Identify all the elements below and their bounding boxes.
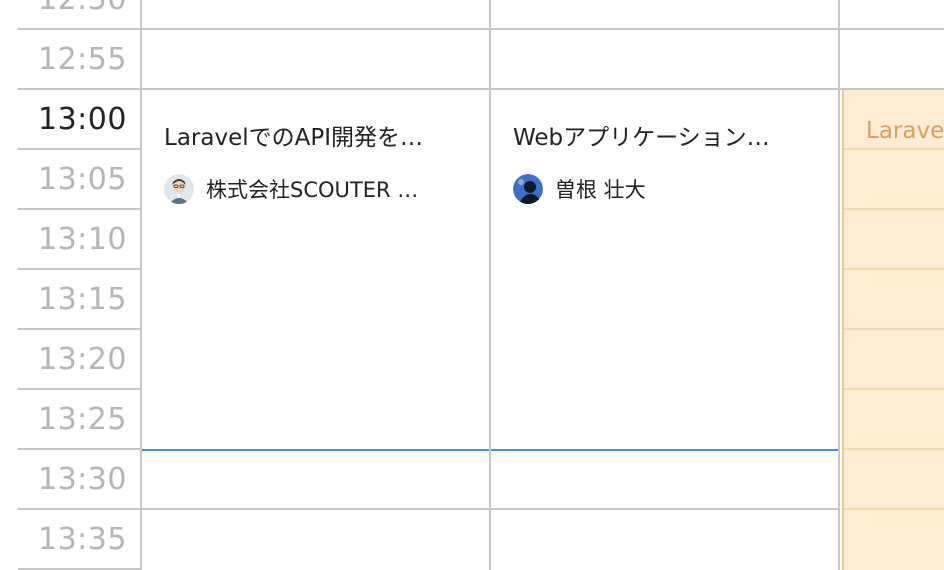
session-card-highlighted[interactable]: Laravel [842, 90, 944, 570]
time-slot: 13:15 [18, 270, 140, 330]
session-title: Webアプリケーション… [513, 125, 770, 151]
grid-line [142, 28, 944, 30]
time-label: 13:30 [38, 462, 127, 497]
grid-line [844, 268, 944, 270]
track-divider [838, 0, 840, 570]
time-label: 13:15 [38, 282, 127, 317]
time-label: 13:05 [38, 162, 127, 197]
grid-line [844, 208, 944, 210]
grid-line [142, 508, 840, 510]
session-speaker: 株式会社SCOUTER … [164, 172, 464, 206]
time-slot: 13:25 [18, 390, 140, 450]
person-silhouette-avatar-icon [513, 174, 543, 204]
time-label: 13:35 [38, 522, 127, 557]
time-slot: 13:20 [18, 330, 140, 390]
speaker-name: 株式会社SCOUTER … [206, 178, 419, 202]
grid-line [844, 388, 944, 390]
time-label: 12:50 [38, 0, 127, 17]
speaker-name: 曽根 壮大 [555, 178, 646, 202]
highlight-grid [844, 90, 944, 570]
person-avatar-icon [164, 174, 194, 204]
time-slot: 13:05 [18, 150, 140, 210]
time-slot: 13:35 [18, 510, 140, 570]
time-label: 13:20 [38, 342, 127, 377]
time-slot: 13:30 [18, 450, 140, 510]
time-slot: 13:00 [18, 90, 140, 150]
time-slot: 12:50 [18, 0, 140, 30]
time-label: 12:55 [38, 42, 127, 77]
timetable-grid: 12:50 12:55 13:00 13:05 13:10 13:15 13:2… [0, 0, 944, 570]
session-card[interactable]: LaravelでのAPI開発を… 株式会社SCOUTER … [142, 90, 489, 451]
time-label: 13:10 [38, 222, 127, 257]
session-title: Laravel [866, 118, 944, 144]
grid-line [844, 448, 944, 450]
grid-line [844, 508, 944, 510]
time-column: 12:50 12:55 13:00 13:05 13:10 13:15 13:2… [18, 0, 140, 570]
time-label-current: 13:00 [38, 102, 127, 137]
grid-line [844, 328, 944, 330]
time-slot: 12:55 [18, 30, 140, 90]
grid-line [844, 148, 944, 150]
session-speaker: 曽根 壮大 [513, 172, 813, 206]
session-card[interactable]: Webアプリケーション… 曽根 壮大 [491, 90, 838, 451]
time-label: 13:25 [38, 402, 127, 437]
time-slot: 13:10 [18, 210, 140, 270]
session-title: LaravelでのAPI開発を… [164, 125, 423, 151]
